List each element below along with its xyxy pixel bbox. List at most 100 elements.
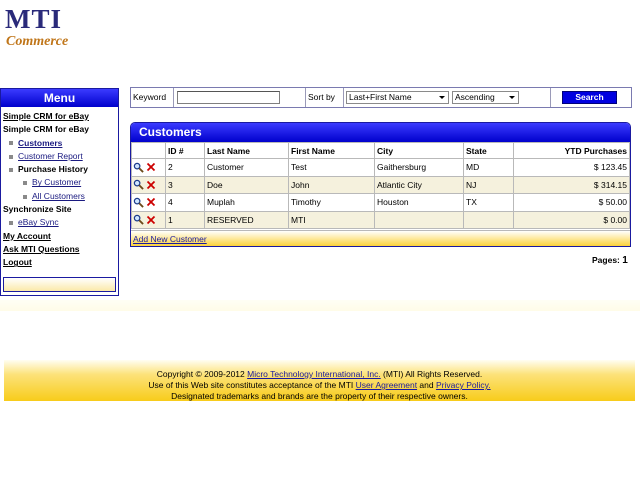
cell-first-name: Timothy xyxy=(288,193,375,212)
divider xyxy=(550,88,551,107)
footer-terms-pre: Use of this Web site constitutes accepta… xyxy=(148,380,356,390)
sort-field-select[interactable]: Last+First Name xyxy=(346,91,449,104)
cell-state: MD xyxy=(463,158,514,177)
footer-company-link[interactable]: Micro Technology International, Inc. xyxy=(247,369,381,379)
bullet-icon xyxy=(9,221,13,226)
cell-id: 3 xyxy=(165,175,205,194)
customers-title: Customers xyxy=(131,123,630,142)
menu-item-customers[interactable]: Customers xyxy=(3,137,116,150)
menu-item-customer-report[interactable]: Customer Report xyxy=(3,150,116,163)
col-ytd-purchases[interactable]: YTD Purchases xyxy=(513,142,630,159)
table-row: 1 RESERVED MTI $ 0.00 xyxy=(131,210,630,229)
footer-copyright-pre: Copyright © 2009-2012 xyxy=(156,369,248,379)
delete-x-icon[interactable] xyxy=(146,215,156,225)
magnifier-icon[interactable] xyxy=(133,179,144,191)
sort-by-label: Sort by xyxy=(308,92,335,102)
col-city[interactable]: City xyxy=(374,142,464,159)
cell-id: 2 xyxy=(165,158,205,177)
divider-band xyxy=(0,300,640,311)
row-actions xyxy=(131,193,166,212)
footer-terms-mid: and xyxy=(417,380,436,390)
chevron-down-icon xyxy=(439,96,445,99)
add-customer-bar: Add New Customer xyxy=(131,230,630,246)
col-actions xyxy=(131,142,166,159)
delete-x-icon[interactable] xyxy=(146,197,156,207)
search-bar: Keyword Sort by Last+First Name Ascendin… xyxy=(130,87,632,108)
cell-state: TX xyxy=(463,193,514,212)
menu-item-logout[interactable]: Logout xyxy=(3,256,116,269)
bullet-icon xyxy=(23,181,27,186)
cell-state xyxy=(463,210,514,229)
cell-id: 4 xyxy=(165,193,205,212)
menu-item-all-customers[interactable]: All Customers xyxy=(3,190,116,203)
footer-copyright-post: (MTI) All Rights Reserved. xyxy=(380,369,483,379)
chevron-down-icon xyxy=(509,96,515,99)
logo-commerce-text: Commerce xyxy=(6,34,69,49)
menu-item-my-account[interactable]: My Account xyxy=(3,230,116,243)
add-new-customer-link[interactable]: Add New Customer xyxy=(133,234,207,244)
footer-copyright-line: Copyright © 2009-2012 Micro Technology I… xyxy=(4,369,635,380)
footer: Copyright © 2009-2012 Micro Technology I… xyxy=(4,360,635,401)
bullet-icon xyxy=(9,154,13,159)
magnifier-icon[interactable] xyxy=(133,197,144,208)
menu-item-ask-mti[interactable]: Ask MTI Questions xyxy=(3,243,116,256)
row-actions xyxy=(131,175,166,194)
cell-first-name: John xyxy=(288,175,375,194)
search-button[interactable]: Search xyxy=(562,91,617,104)
sort-order-value: Ascending xyxy=(455,92,495,102)
keyword-input[interactable] xyxy=(177,91,280,104)
user-agreement-link[interactable]: User Agreement xyxy=(356,380,417,390)
table-row: 2 Customer Test Gaithersburg MD $ 123.45 xyxy=(131,158,630,177)
magnifier-icon[interactable] xyxy=(133,214,144,226)
row-actions xyxy=(131,158,166,177)
row-actions xyxy=(131,210,166,229)
customers-panel: Customers ID # Last Name First Name City… xyxy=(130,122,631,247)
bullet-icon xyxy=(9,167,13,172)
bullet-icon xyxy=(9,141,13,146)
cell-ytd: $ 50.00 xyxy=(513,193,630,212)
customers-table: ID # Last Name First Name City State YTD… xyxy=(131,142,630,229)
cell-last-name: Muplah xyxy=(204,193,289,212)
privacy-policy-link[interactable]: Privacy Policy. xyxy=(436,380,491,390)
delete-x-icon[interactable] xyxy=(146,180,156,190)
cell-ytd: $ 0.00 xyxy=(513,210,630,229)
col-last-name[interactable]: Last Name xyxy=(204,142,289,159)
sort-order-select[interactable]: Ascending xyxy=(452,91,519,104)
cell-city: Gaithersburg xyxy=(374,158,464,177)
cell-last-name: Customer xyxy=(204,158,289,177)
col-id[interactable]: ID # xyxy=(165,142,205,159)
cell-city: Atlantic City xyxy=(374,175,464,194)
delete-x-icon[interactable] xyxy=(146,162,156,172)
col-first-name[interactable]: First Name xyxy=(288,142,375,159)
divider xyxy=(173,88,174,107)
table-row: 3 Doe John Atlantic City NJ $ 314.15 xyxy=(131,175,630,194)
sort-field-value: Last+First Name xyxy=(349,92,412,102)
divider xyxy=(305,88,306,107)
menu-footer-bar xyxy=(3,277,116,292)
menu-item-simple-crm-link[interactable]: Simple CRM for eBay xyxy=(3,110,116,123)
keyword-label: Keyword xyxy=(133,92,167,102)
cell-first-name: MTI xyxy=(288,210,375,229)
cell-id: 1 xyxy=(165,210,205,229)
footer-trademark-line: Designated trademarks and brands are the… xyxy=(171,391,468,401)
cell-last-name: RESERVED xyxy=(204,210,289,229)
cell-state: NJ xyxy=(463,175,514,194)
col-state[interactable]: State xyxy=(463,142,514,159)
menu-item-synchronize-site: Synchronize Site xyxy=(3,204,72,215)
menu-item-ebay-sync[interactable]: eBay Sync xyxy=(3,216,116,229)
table-row: 4 Muplah Timothy Houston TX $ 50.00 xyxy=(131,193,630,212)
menu-item-simple-crm-heading: Simple CRM for eBay xyxy=(3,124,89,135)
menu-title: Menu xyxy=(1,89,118,107)
cell-ytd: $ 314.15 xyxy=(513,175,630,194)
bullet-icon xyxy=(23,194,27,199)
page-number[interactable]: 1 xyxy=(622,255,628,266)
magnifier-icon[interactable] xyxy=(133,162,144,173)
menu-item-purchase-history: Purchase History xyxy=(3,163,116,176)
pages-label: Pages: xyxy=(592,255,620,265)
sidebar-menu: Menu Simple CRM for eBay Simple CRM for … xyxy=(0,88,119,296)
divider xyxy=(343,88,344,107)
menu-item-by-customer[interactable]: By Customer xyxy=(3,176,116,189)
logo-mti-text: MTI xyxy=(5,4,62,34)
cell-city xyxy=(374,210,464,229)
mti-commerce-logo[interactable]: MTI Commerce xyxy=(5,4,85,50)
